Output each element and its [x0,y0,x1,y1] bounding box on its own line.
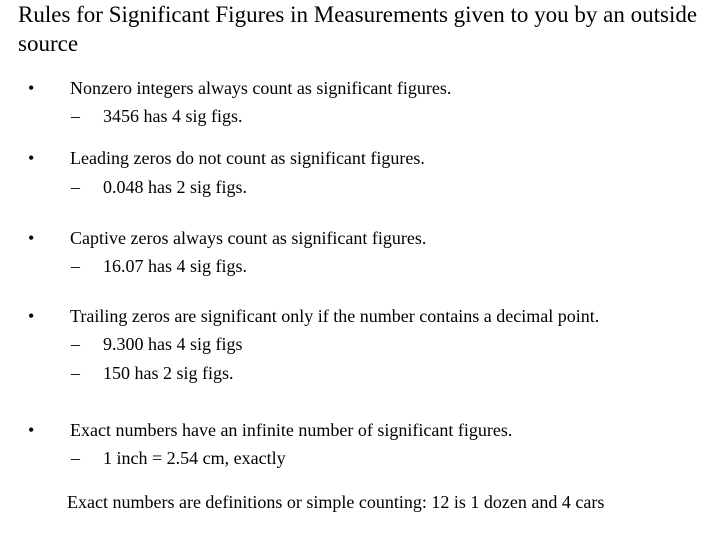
page-title: Rules for Significant Figures in Measure… [18,2,698,56]
rule-text: Exact numbers have an infinite number of… [70,420,513,440]
example-item: – 3456 has 4 sig figs. [71,106,243,126]
example-item: – 9.300 has 4 sig figs [71,334,243,354]
rule-text: Trailing zeros are significant only if t… [70,306,600,326]
rule-item: • Captive zeros always count as significa… [28,228,426,248]
rule-item: • Trailing zeros are significant only if … [28,306,599,326]
rule-item: • Exact numbers have an infinite number o… [28,420,512,440]
dash-icon: – [71,177,80,197]
example-item: – 1 inch = 2.54 cm, exactly [71,448,286,468]
rule-text: Leading zeros do not count as significan… [70,148,425,168]
example-text: 150 has 2 sig figs. [103,363,234,383]
bullet-icon: • [28,148,35,168]
rule-text: Captive zeros always count as significan… [70,228,427,248]
footnote: Exact numbers are definitions or simple … [67,492,605,512]
bullet-icon: • [28,420,35,440]
rule-item: • Leading zeros do not count as significa… [28,148,425,168]
example-text: 3456 has 4 sig figs. [103,106,243,126]
rule-text: Nonzero integers always count as signifi… [70,78,452,98]
example-item: – 16.07 has 4 sig figs. [71,256,247,276]
example-text: 16.07 has 4 sig figs. [103,256,247,276]
rule-item: • Nonzero integers always count as signif… [28,78,451,98]
bullet-icon: • [28,78,35,98]
example-item: – 150 has 2 sig figs. [71,363,234,383]
bullet-icon: • [28,306,35,326]
dash-icon: – [71,448,80,468]
dash-icon: – [71,334,80,354]
example-item: – 0.048 has 2 sig figs. [71,177,247,197]
dash-icon: – [71,106,80,126]
dash-icon: – [71,256,80,276]
bullet-icon: • [28,228,35,248]
dash-icon: – [71,363,80,383]
example-text: 9.300 has 4 sig figs [103,334,243,354]
example-text: 0.048 has 2 sig figs. [103,177,247,197]
example-text: 1 inch = 2.54 cm, exactly [103,448,286,468]
